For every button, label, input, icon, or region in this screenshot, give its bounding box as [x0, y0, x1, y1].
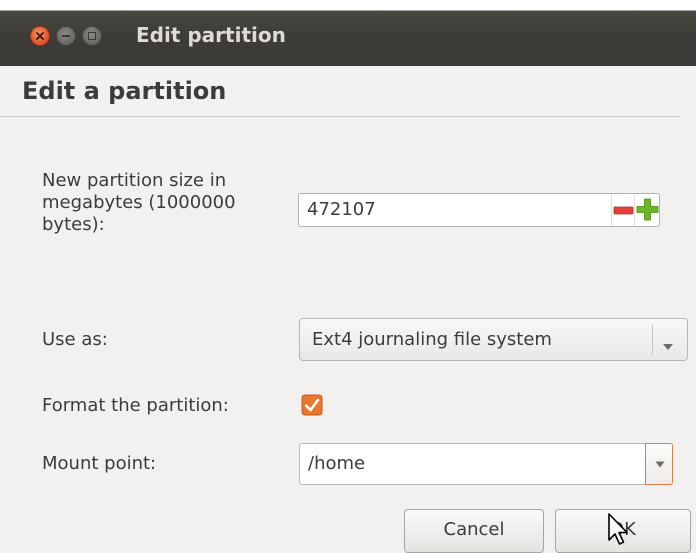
plus-icon[interactable] [634, 194, 660, 226]
use-as-label: Use as: [42, 329, 108, 350]
minus-icon[interactable] [611, 194, 634, 226]
combobox-separator [652, 325, 653, 355]
chevron-down-icon[interactable] [662, 336, 674, 355]
mount-point-dropdown-button[interactable] [645, 443, 673, 485]
window-title: Edit partition [136, 23, 286, 47]
format-partition-checkbox[interactable] [301, 394, 323, 416]
partition-size-spinner[interactable]: 472107 [298, 193, 660, 227]
use-as-combobox[interactable]: Ext4 journaling file system [299, 318, 688, 361]
close-icon[interactable] [30, 26, 50, 46]
maximize-icon[interactable] [82, 26, 102, 46]
format-partition-label: Format the partition: [42, 395, 229, 416]
cancel-button[interactable]: Cancel [404, 509, 544, 553]
dialog-heading: Edit a partition [22, 77, 227, 105]
partition-size-label: New partition size in megabytes (1000000… [42, 170, 236, 235]
heading-divider [0, 116, 680, 117]
mount-point-value[interactable]: /home [308, 453, 365, 475]
chevron-down-icon [655, 461, 665, 468]
title-bar: Edit partition [0, 0, 696, 66]
edit-partition-window: Edit partition Edit a partition New part… [0, 0, 696, 553]
minimize-icon[interactable] [56, 26, 76, 46]
mount-point-label: Mount point: [42, 453, 157, 474]
use-as-value: Ext4 journaling file system [312, 329, 552, 350]
partition-size-value[interactable]: 472107 [307, 199, 376, 221]
ok-button[interactable]: OK [555, 509, 691, 553]
mount-point-input[interactable]: /home [299, 443, 645, 485]
